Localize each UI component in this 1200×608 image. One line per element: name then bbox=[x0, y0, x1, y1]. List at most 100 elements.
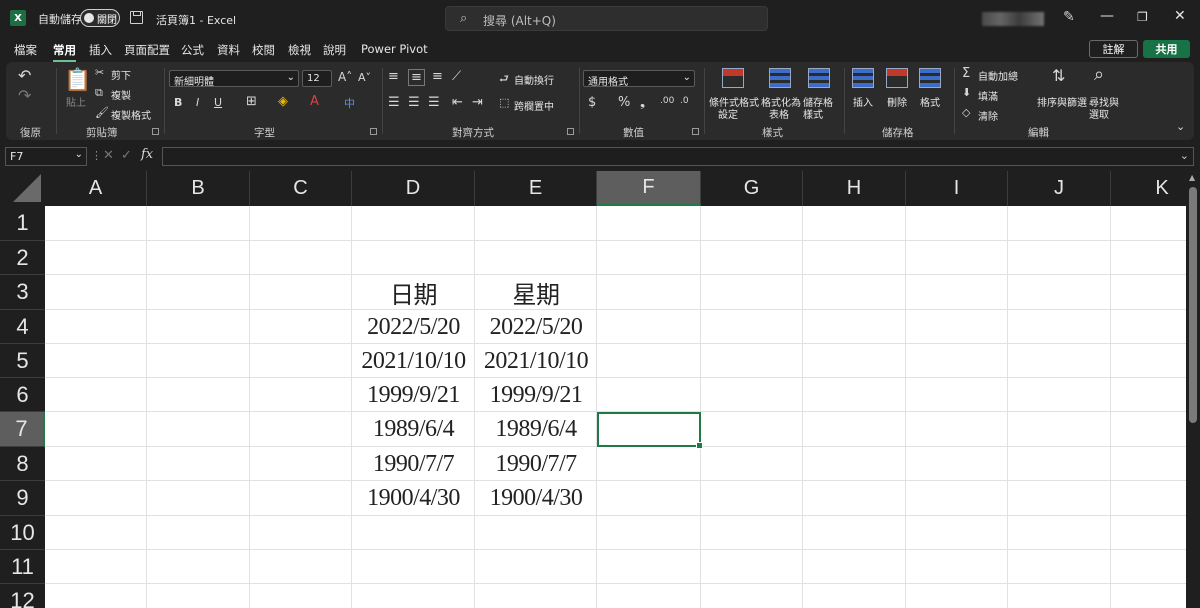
scrollbar-thumb[interactable] bbox=[1189, 187, 1197, 423]
minimize-icon[interactable]: — bbox=[1100, 8, 1114, 24]
row-header-2[interactable]: 2 bbox=[0, 241, 45, 275]
row-header-10[interactable]: 10 bbox=[0, 516, 45, 550]
align-left-icon[interactable]: ☰ bbox=[388, 95, 400, 110]
row-header-11[interactable]: 11 bbox=[0, 550, 45, 584]
row-header-6[interactable]: 6 bbox=[0, 378, 45, 412]
borders-icon[interactable]: ⊞ bbox=[246, 94, 257, 109]
close-icon[interactable]: ✕ bbox=[1174, 8, 1186, 24]
scroll-up-icon[interactable]: ▲ bbox=[1189, 173, 1195, 182]
undo-icon[interactable]: ↶ bbox=[18, 66, 31, 85]
pen-icon[interactable]: ✎ bbox=[1063, 9, 1075, 25]
comments-button[interactable]: 註解 bbox=[1089, 40, 1138, 58]
cell-e5[interactable]: 2021/10/10 bbox=[475, 344, 597, 378]
align-top-icon[interactable]: ≡ bbox=[388, 69, 399, 84]
column-header-g[interactable]: G bbox=[701, 171, 803, 206]
alignment-launcher-icon[interactable] bbox=[567, 128, 574, 135]
column-header-i[interactable]: I bbox=[906, 171, 1008, 206]
column-header-a[interactable]: A bbox=[45, 171, 147, 206]
tab-home[interactable]: 常用 bbox=[53, 42, 76, 62]
tab-power-pivot[interactable]: Power Pivot bbox=[361, 42, 428, 56]
font-color-icon[interactable]: A bbox=[310, 94, 319, 109]
sort-filter-button[interactable]: 排序與篩選 bbox=[1037, 94, 1087, 109]
row-header-1[interactable]: 1 bbox=[0, 206, 45, 241]
cell-d9[interactable]: 1900/4/30 bbox=[352, 481, 475, 516]
number-format-select[interactable]: 通用格式 ⌄ bbox=[583, 70, 695, 88]
vertical-scrollbar[interactable]: ▲ bbox=[1186, 171, 1200, 608]
percent-icon[interactable]: % bbox=[618, 95, 630, 110]
column-header-j[interactable]: J bbox=[1008, 171, 1111, 206]
cell-e3[interactable]: 星期 bbox=[475, 275, 597, 310]
cell-e9[interactable]: 1900/4/30 bbox=[475, 481, 597, 516]
row-header-3[interactable]: 3 bbox=[0, 275, 45, 310]
shrink-font-icon[interactable]: A˅ bbox=[358, 71, 371, 84]
italic-icon[interactable]: I bbox=[196, 96, 199, 109]
collapse-ribbon-icon[interactable]: ⌄ bbox=[1176, 120, 1185, 133]
align-middle-icon[interactable]: ≡ bbox=[408, 69, 425, 86]
tab-review[interactable]: 校閱 bbox=[252, 42, 275, 58]
cell-d5[interactable]: 2021/10/10 bbox=[352, 344, 475, 378]
orientation-icon[interactable]: ⟋ bbox=[452, 69, 461, 84]
tab-view[interactable]: 檢視 bbox=[288, 42, 311, 58]
align-right-icon[interactable]: ☰ bbox=[428, 95, 440, 110]
name-box[interactable]: F7 ⌄ bbox=[5, 147, 87, 166]
cell-e8[interactable]: 1990/7/7 bbox=[475, 447, 597, 481]
bold-icon[interactable]: B bbox=[174, 96, 182, 109]
select-all-button[interactable] bbox=[0, 171, 45, 206]
cell-e7[interactable]: 1989/6/4 bbox=[475, 412, 597, 447]
enter-icon[interactable]: ✓ bbox=[121, 148, 132, 163]
fill-color-icon[interactable]: ◈ bbox=[278, 94, 288, 109]
expand-formula-icon[interactable]: ⌄ bbox=[1180, 149, 1189, 162]
decrease-decimal-icon[interactable]: .0 bbox=[680, 96, 689, 106]
cancel-icon[interactable]: ✕ bbox=[103, 148, 114, 163]
copy-button[interactable]: 複製 bbox=[111, 87, 131, 102]
font-launcher-icon[interactable] bbox=[370, 128, 377, 135]
cell-e4[interactable]: 2022/5/20 bbox=[475, 310, 597, 344]
row-header-5[interactable]: 5 bbox=[0, 344, 45, 378]
autosum-button[interactable]: 自動加總 bbox=[978, 68, 1018, 83]
font-name-select[interactable]: 新細明體 ⌄ bbox=[169, 70, 299, 88]
column-header-e[interactable]: E bbox=[475, 171, 597, 206]
share-button[interactable]: 共用 bbox=[1143, 40, 1190, 58]
number-launcher-icon[interactable] bbox=[692, 128, 699, 135]
currency-icon[interactable]: $ bbox=[588, 95, 596, 110]
underline-icon[interactable]: U bbox=[214, 96, 222, 109]
cell-d6[interactable]: 1999/9/21 bbox=[352, 378, 475, 412]
decrease-indent-icon[interactable]: ⇤ bbox=[452, 95, 463, 110]
grow-font-icon[interactable]: A˄ bbox=[338, 70, 352, 84]
format-cells-button[interactable]: 格式 bbox=[920, 94, 940, 109]
tab-formulas[interactable]: 公式 bbox=[181, 42, 204, 58]
column-header-h[interactable]: H bbox=[803, 171, 906, 206]
tab-help[interactable]: 說明 bbox=[323, 42, 346, 58]
align-bottom-icon[interactable]: ≡ bbox=[432, 69, 443, 84]
row-header-7[interactable]: 7 bbox=[0, 412, 45, 447]
cell-d8[interactable]: 1990/7/7 bbox=[352, 447, 475, 481]
align-center-icon[interactable]: ☰ bbox=[408, 95, 420, 110]
column-header-f[interactable]: F bbox=[597, 171, 701, 206]
increase-indent-icon[interactable]: ⇥ bbox=[472, 95, 483, 110]
fill-button[interactable]: 填滿 bbox=[978, 88, 998, 103]
column-header-k[interactable]: K bbox=[1111, 171, 1186, 206]
restore-icon[interactable]: ❐ bbox=[1137, 10, 1148, 24]
cell-d7[interactable]: 1989/6/4 bbox=[352, 412, 475, 447]
insert-function-icon[interactable]: fx bbox=[141, 147, 153, 162]
merge-center-button[interactable]: 跨欄置中 bbox=[514, 98, 554, 113]
clear-button[interactable]: 清除 bbox=[978, 108, 998, 123]
redo-icon[interactable]: ↷ bbox=[18, 86, 31, 105]
column-header-c[interactable]: C bbox=[250, 171, 352, 206]
cell-d4[interactable]: 2022/5/20 bbox=[352, 310, 475, 344]
tab-page-layout[interactable]: 頁面配置 bbox=[124, 42, 170, 58]
format-painter-button[interactable]: 複製格式 bbox=[111, 107, 151, 122]
search-box[interactable]: ⌕ 搜尋 (Alt+Q) bbox=[445, 6, 768, 31]
insert-cells-button[interactable]: 插入 bbox=[853, 94, 873, 109]
tab-file[interactable]: 檔案 bbox=[14, 42, 37, 58]
cell-e6[interactable]: 1999/9/21 bbox=[475, 378, 597, 412]
tab-data[interactable]: 資料 bbox=[217, 42, 240, 58]
save-icon[interactable] bbox=[130, 11, 143, 24]
active-cell-f7[interactable] bbox=[597, 412, 703, 449]
font-size-select[interactable]: 12 bbox=[302, 70, 332, 87]
formula-input[interactable]: ⌄ bbox=[162, 147, 1194, 166]
comma-icon[interactable]: ❟ bbox=[640, 95, 645, 110]
tab-insert[interactable]: 插入 bbox=[89, 42, 112, 58]
increase-decimal-icon[interactable]: .00 bbox=[660, 96, 674, 106]
wrap-text-button[interactable]: 自動換行 bbox=[514, 72, 554, 87]
